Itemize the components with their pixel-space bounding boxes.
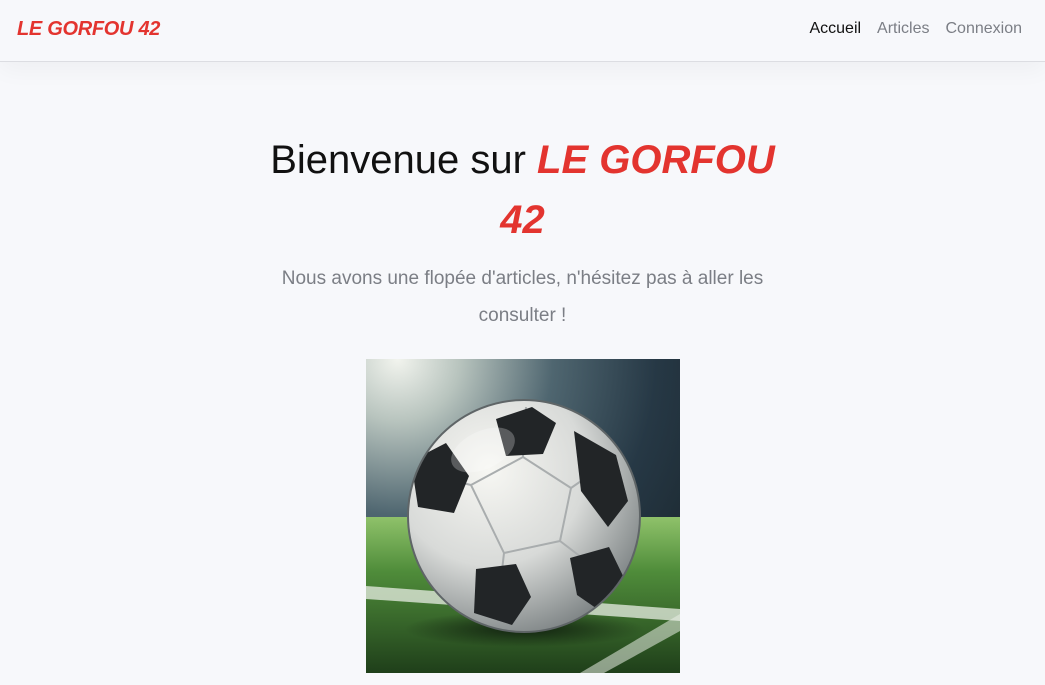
nav-link-accueil[interactable]: Accueil (809, 20, 861, 38)
soccer-ball-illustration (366, 359, 680, 673)
hero-subtitle: Nous avons une flopée d'articles, n'hési… (281, 268, 764, 326)
navbar: LE GORFOU 42 Accueil Articles Connexion (0, 0, 1045, 62)
nav-link-articles[interactable]: Articles (877, 20, 929, 38)
brand-logo-link[interactable]: LE GORFOU 42 (17, 18, 160, 41)
hero-section: Bienvenue sur LE GORFOU 42 Nous avons un… (0, 130, 1045, 334)
page-title-prefix: Bienvenue sur (270, 138, 538, 182)
soccer-ball-image (366, 359, 680, 673)
page-title: Bienvenue sur LE GORFOU 42 (263, 130, 783, 250)
nav-link-connexion[interactable]: Connexion (946, 20, 1023, 38)
page-title-accent: LE GORFOU 42 (500, 138, 775, 242)
nav-links: Accueil Articles Connexion (809, 20, 1022, 38)
